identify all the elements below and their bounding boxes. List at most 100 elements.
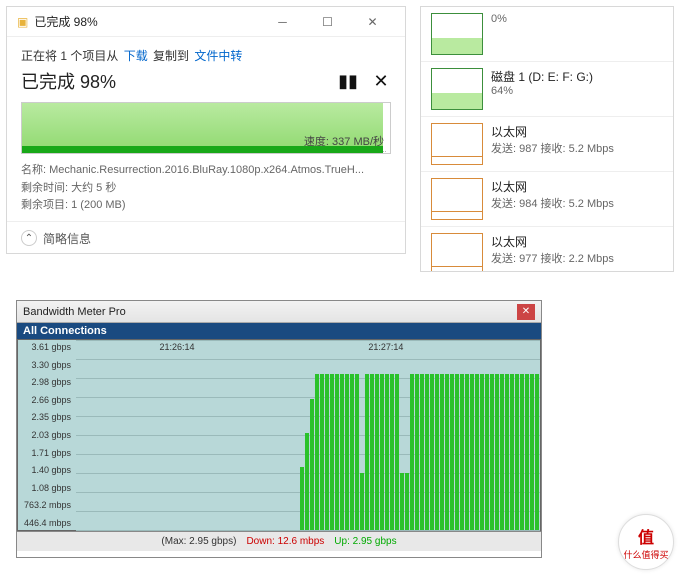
bar [345,374,349,530]
close-button[interactable]: ✕ [517,304,535,320]
bar [365,374,369,530]
dest-link[interactable]: 文件中转 [194,49,242,63]
tm-item[interactable]: 以太网发送: 984 接收: 5.2 Mbps [421,171,673,226]
bar [495,374,499,530]
bar [420,374,424,530]
connections-header: All Connections [17,323,541,339]
bar [405,473,409,530]
titlebar[interactable]: ▣ 已完成 98% ─ ☐ ✕ [7,7,405,37]
cancel-button[interactable]: ✕ [371,71,391,91]
bar [535,374,539,530]
items-remaining: 1 (200 MB) [71,199,125,211]
progress-chart: 速度: 337 MB/秒 [21,102,391,154]
bwm-titlebar[interactable]: Bandwidth Meter Pro ✕ [17,301,541,323]
tm-item[interactable]: 以太网发送: 977 接收: 2.2 Mbps [421,226,673,272]
y-tick: 1.40 gbps [20,465,74,475]
y-tick: 763.2 mbps [20,500,74,510]
bar [320,374,324,530]
bar [415,374,419,530]
bar [310,399,314,530]
minimize-button[interactable]: ─ [260,7,305,36]
bar [465,374,469,530]
bar [520,374,524,530]
bandwidth-meter-window: Bandwidth Meter Pro ✕ All Connections 3.… [16,300,542,558]
bar [375,374,379,530]
bar [460,374,464,530]
tm-sub: 64% [491,85,663,97]
y-tick: 2.98 gbps [20,377,74,387]
bar [435,374,439,530]
file-name: Mechanic.Resurrection.2016.BluRay.1080p.… [49,164,364,176]
bar [430,374,434,530]
bar [370,374,374,530]
y-tick: 2.03 gbps [20,430,74,440]
bar [305,433,309,530]
tm-sub: 发送: 977 接收: 2.2 Mbps [491,250,663,266]
bar [440,374,444,530]
y-tick: 3.61 gbps [20,342,74,352]
y-tick: 3.30 gbps [20,360,74,370]
bar [385,374,389,530]
bar [505,374,509,530]
bar [380,374,384,530]
bar [330,374,334,530]
mini-graph [431,178,483,220]
details-toggle[interactable]: ⌃ 简略信息 [7,221,405,255]
tm-title: 以太网 [491,123,663,140]
bar [395,374,399,530]
bar [510,374,514,530]
bar [355,374,359,530]
bar [350,374,354,530]
bar [530,374,534,530]
bar [455,374,459,530]
tm-sub: 0% [491,13,663,25]
maximize-button[interactable]: ☐ [305,7,350,36]
task-manager-panel: 0%磁盘 1 (D: E: F: G:)64%以太网发送: 987 接收: 5.… [420,6,674,272]
folder-icon: ▣ [17,15,28,29]
up-value: 2.95 gbps [353,536,397,547]
chevron-up-icon: ⌃ [21,230,37,246]
bar [360,473,364,530]
bar [390,374,394,530]
bar [500,374,504,530]
window-title: 已完成 98% [34,13,260,30]
tm-sub: 发送: 987 接收: 5.2 Mbps [491,140,663,156]
y-tick: 2.35 gbps [20,412,74,422]
copy-subtitle: 正在将 1 个项目从 下载 复制到 文件中转 [21,47,391,64]
bar [475,374,479,530]
tm-item[interactable]: 磁盘 1 (D: E: F: G:)64% [421,61,673,116]
tm-item[interactable]: 0% [421,7,673,61]
y-tick: 1.08 gbps [20,483,74,493]
bandwidth-chart: 3.61 gbps3.30 gbps2.98 gbps2.66 gbps2.35… [17,339,541,531]
y-tick: 1.71 gbps [20,448,74,458]
progress-text: 已完成 98% [21,68,116,94]
bar [485,374,489,530]
tm-title: 磁盘 1 (D: E: F: G:) [491,68,663,85]
time-remaining: 大约 5 秒 [71,182,116,194]
mini-graph [431,123,483,165]
bar [325,374,329,530]
copy-dialog: ▣ 已完成 98% ─ ☐ ✕ 正在将 1 个项目从 下载 复制到 文件中转 已… [6,6,406,254]
bar [445,374,449,530]
bar [300,467,304,530]
tm-item[interactable]: 以太网发送: 987 接收: 5.2 Mbps [421,116,673,171]
mini-graph [431,13,483,55]
bar [315,374,319,530]
tm-sub: 发送: 984 接收: 5.2 Mbps [491,195,663,211]
mini-graph [431,233,483,272]
watermark-badge: 值什么值得买 [618,514,674,570]
pause-button[interactable]: ▮▮ [338,71,358,91]
y-tick: 446.4 mbps [20,518,74,528]
down-value: 12.6 mbps [278,536,325,547]
bar [490,374,494,530]
max-label: (Max: 2.95 gbps) [161,536,236,547]
bar [425,374,429,530]
bar [525,374,529,530]
bwm-statusbar: (Max: 2.95 gbps) Down: 12.6 mbps Up: 2.9… [17,531,541,551]
dialog-body: 正在将 1 个项目从 下载 复制到 文件中转 已完成 98% ▮▮ ✕ 速度: … [7,37,405,221]
mini-graph [431,68,483,110]
tm-title: 以太网 [491,233,663,250]
close-button[interactable]: ✕ [350,7,395,36]
source-link[interactable]: 下载 [124,49,148,63]
tm-title: 以太网 [491,178,663,195]
